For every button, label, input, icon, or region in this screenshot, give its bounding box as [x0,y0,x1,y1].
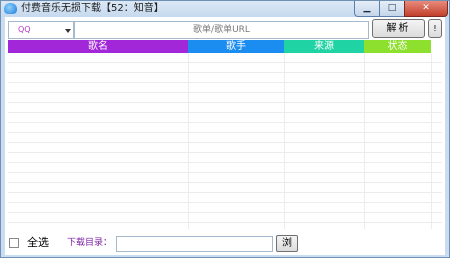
app-window: 付费音乐无损下载【52：知音】 ▁ □ ✕ QQ 解析 ! 歌名 歌手 来源 状… [0,0,450,258]
parse-button[interactable]: 解析 [372,19,425,38]
cloud-icon [4,3,17,14]
select-all-checkbox[interactable] [9,238,19,248]
column-divider [188,53,189,229]
song-list[interactable] [8,53,442,229]
playlist-url-input[interactable] [74,21,369,39]
download-dir-label: 下载目录： [67,238,113,248]
download-dir-input[interactable] [116,236,273,252]
column-divider [284,53,285,229]
main-panel: QQ 解析 ! 歌名 歌手 来源 状态 全选 下载目录： 浏 [5,17,445,255]
title-bar[interactable]: 付费音乐无损下载【52：知音】 ▁ □ ✕ [1,1,449,17]
footer-bar: 全选 下载目录： 浏 [5,233,445,255]
dropdown-arrow-icon [65,29,71,33]
column-header-status[interactable]: 状态 [364,40,431,53]
column-divider [431,53,432,229]
close-button[interactable]: ✕ [404,1,448,17]
column-header-source[interactable]: 来源 [284,40,364,53]
column-header-song[interactable]: 歌名 [8,40,188,53]
select-all-label[interactable]: 全选 [27,236,49,250]
column-header-artist[interactable]: 歌手 [188,40,284,53]
column-divider [364,53,365,229]
source-dropdown[interactable]: QQ [8,21,74,39]
browse-button[interactable]: 浏 [276,235,298,252]
maximize-button[interactable]: □ [379,1,405,17]
window-title: 付费音乐无损下载【52：知音】 [21,3,164,14]
minimize-button[interactable]: ▁ [354,1,380,17]
info-button[interactable]: ! [428,19,442,38]
source-dropdown-value: QQ [18,25,31,34]
